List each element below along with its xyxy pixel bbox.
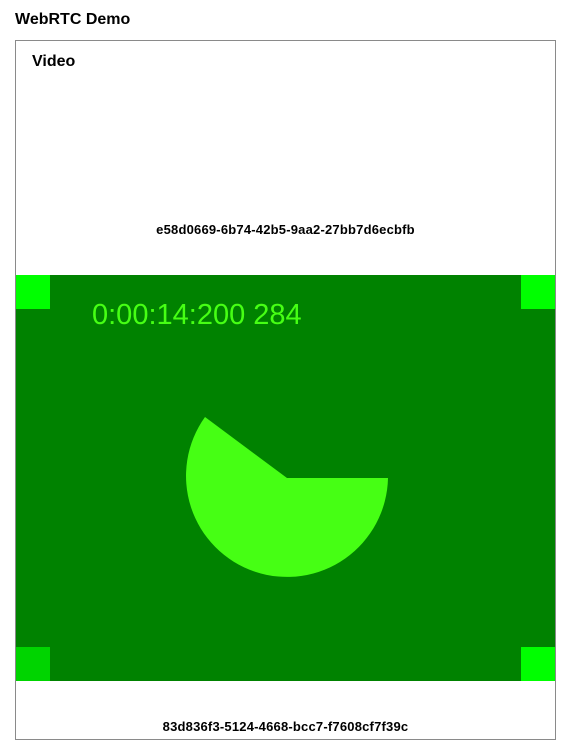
video-panel: Video e58d0669-6b74-42b5-9aa2-27bb7d6ecb… <box>15 40 556 740</box>
pie-clock-graphic <box>186 417 388 577</box>
remote-stream-id: 83d836f3-5124-4668-bcc7-f7608cf7f39c <box>162 719 409 734</box>
pie-clock-sector <box>186 417 388 577</box>
page-title: WebRTC Demo <box>15 11 131 28</box>
local-stream-id: e58d0669-6b74-42b5-9aa2-27bb7d6ecbfb <box>156 222 415 237</box>
video-player[interactable]: 0:00:14:200 284 <box>16 275 555 681</box>
panel-heading: Video <box>32 53 76 70</box>
